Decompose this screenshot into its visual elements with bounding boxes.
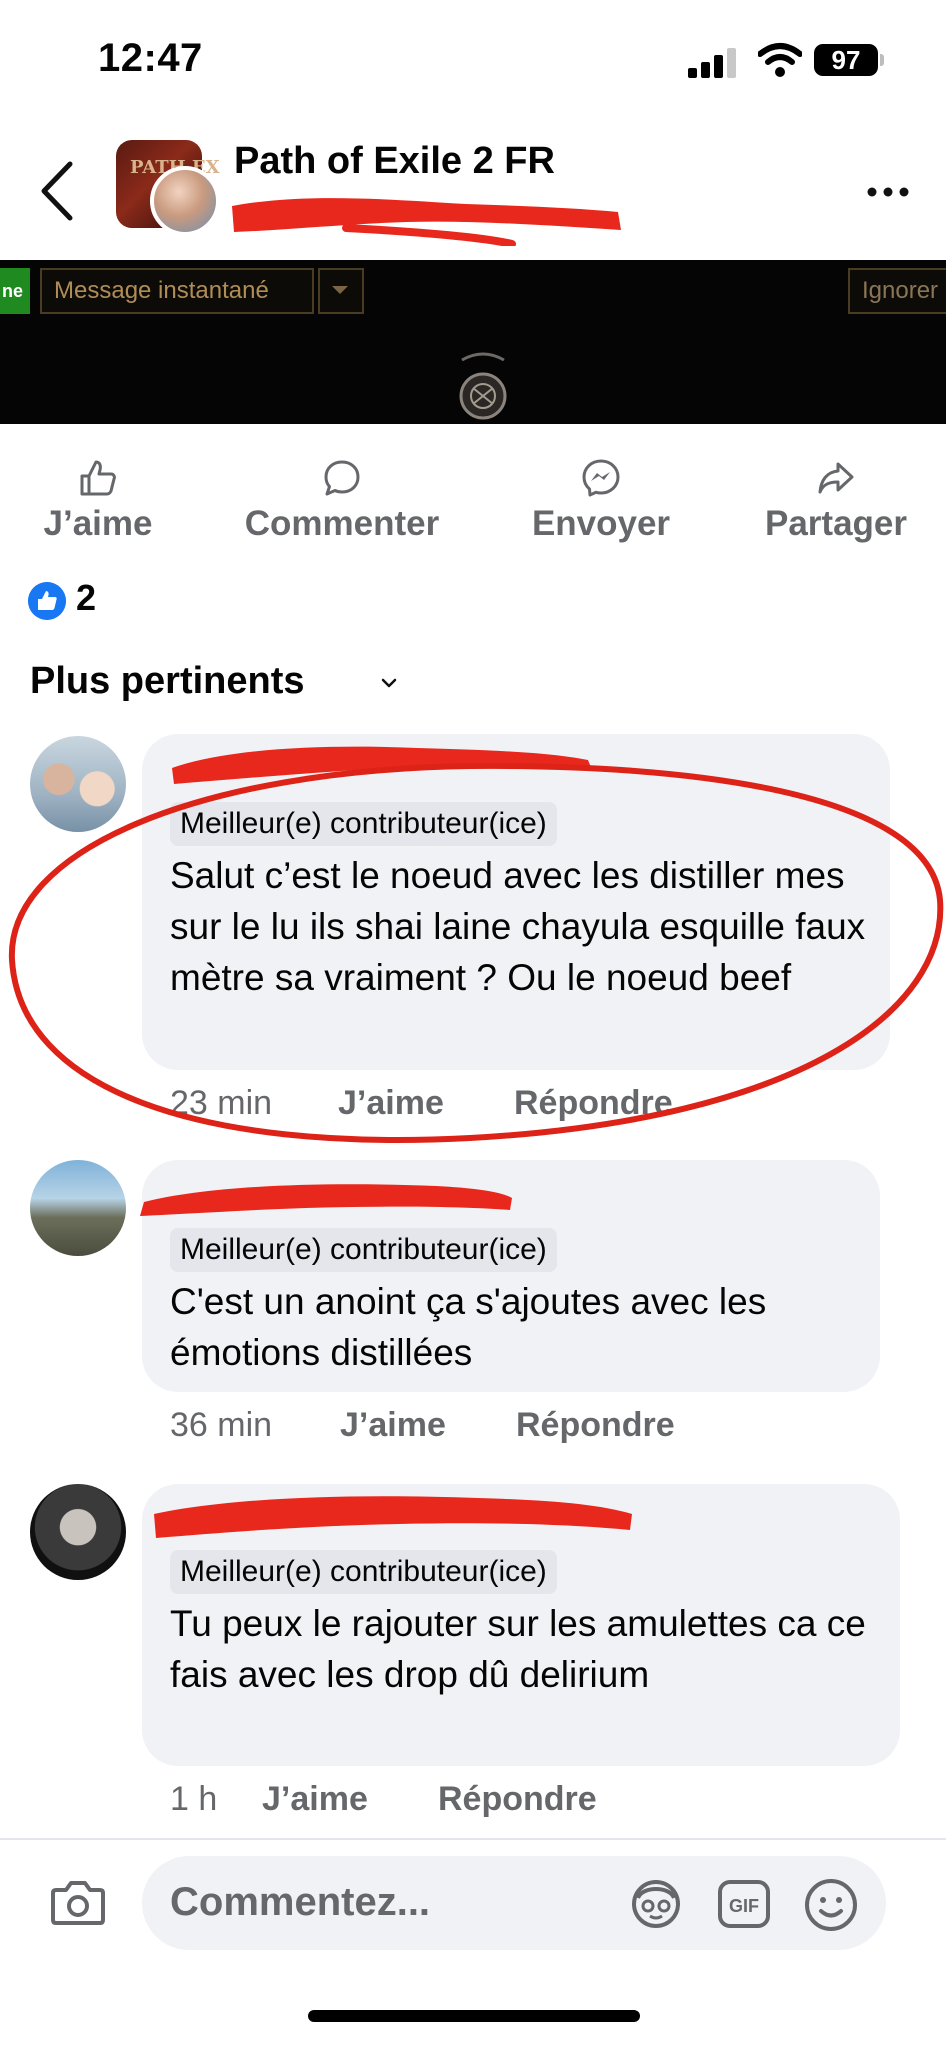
like-button[interactable]: J’aime bbox=[28, 458, 168, 544]
comment-button[interactable]: Commenter bbox=[222, 458, 462, 544]
banner-message-field: Message instantané bbox=[40, 268, 314, 314]
more-icon[interactable] bbox=[866, 170, 910, 214]
comment-text: C'est un anoint ça s'ajoutes avec les ém… bbox=[170, 1281, 767, 1373]
comment-like-button[interactable]: J’aime bbox=[338, 1084, 444, 1123]
sort-dropdown[interactable]: Plus pertinents bbox=[30, 660, 305, 703]
battery-indicator: 97 bbox=[814, 44, 878, 76]
wifi-icon bbox=[758, 43, 802, 77]
commenter-avatar[interactable] bbox=[30, 1160, 126, 1256]
top-contributor-badge: Meilleur(e) contributeur(ice) bbox=[170, 1550, 557, 1594]
camera-icon[interactable] bbox=[50, 1876, 106, 1928]
like-label: J’aime bbox=[43, 504, 153, 543]
home-indicator[interactable] bbox=[308, 2010, 640, 2022]
comment-text: Tu peux le rajouter sur les amulettes ca… bbox=[170, 1603, 866, 1695]
user-avatar-mini bbox=[150, 166, 220, 236]
signal-icon bbox=[688, 48, 740, 78]
comment-reply-button[interactable]: Répondre bbox=[514, 1084, 673, 1123]
back-icon[interactable] bbox=[38, 160, 78, 222]
redaction-mark bbox=[232, 198, 621, 246]
status-time: 12:47 bbox=[98, 36, 203, 80]
reaction-count[interactable]: 2 bbox=[76, 577, 96, 619]
banner-green-tab: ne bbox=[0, 268, 30, 314]
like-reaction-icon[interactable] bbox=[28, 582, 66, 620]
group-name[interactable]: Path of Exile 2 FR bbox=[234, 140, 555, 183]
top-contributor-badge: Meilleur(e) contributeur(ice) bbox=[170, 1228, 557, 1272]
svg-text:GIF: GIF bbox=[729, 1896, 759, 1916]
comment-like-button[interactable]: J’aime bbox=[340, 1406, 446, 1445]
amulet-icon bbox=[459, 352, 507, 420]
comment-input-placeholder[interactable]: Commentez... bbox=[170, 1880, 430, 1925]
comment-like-button[interactable]: J’aime bbox=[262, 1780, 368, 1819]
chevron-down-icon[interactable] bbox=[380, 676, 398, 690]
comment-text: Salut c’est le noeud avec les distiller … bbox=[170, 855, 866, 998]
top-contributor-badge: Meilleur(e) contributeur(ice) bbox=[170, 802, 557, 846]
share-button[interactable]: Partager bbox=[736, 458, 936, 544]
avatar-sticker-icon[interactable] bbox=[628, 1876, 684, 1932]
messenger-icon bbox=[582, 459, 620, 497]
banner-dropdown-arrow-icon bbox=[332, 286, 348, 294]
commenter-avatar[interactable] bbox=[30, 1484, 126, 1580]
banner-ignore-button: Ignorer bbox=[848, 268, 946, 314]
comment-label: Commenter bbox=[244, 504, 440, 543]
comment-reply-button[interactable]: Répondre bbox=[516, 1406, 675, 1445]
gif-icon[interactable]: GIF bbox=[716, 1876, 772, 1932]
share-label: Partager bbox=[764, 504, 908, 543]
share-icon bbox=[818, 462, 854, 494]
send-button[interactable]: Envoyer bbox=[516, 458, 686, 544]
comment-time[interactable]: 23 min bbox=[170, 1084, 272, 1123]
comment-time[interactable]: 1 h bbox=[170, 1780, 217, 1819]
emoji-icon[interactable] bbox=[802, 1876, 860, 1934]
commenter-avatar[interactable] bbox=[30, 736, 126, 832]
comment-reply-button[interactable]: Répondre bbox=[438, 1780, 597, 1819]
send-label: Envoyer bbox=[531, 504, 671, 543]
comment-time[interactable]: 36 min bbox=[170, 1406, 272, 1445]
composer-divider bbox=[0, 1838, 946, 1840]
comment-icon bbox=[324, 460, 360, 496]
like-icon bbox=[80, 460, 116, 496]
battery-tip bbox=[880, 54, 884, 66]
